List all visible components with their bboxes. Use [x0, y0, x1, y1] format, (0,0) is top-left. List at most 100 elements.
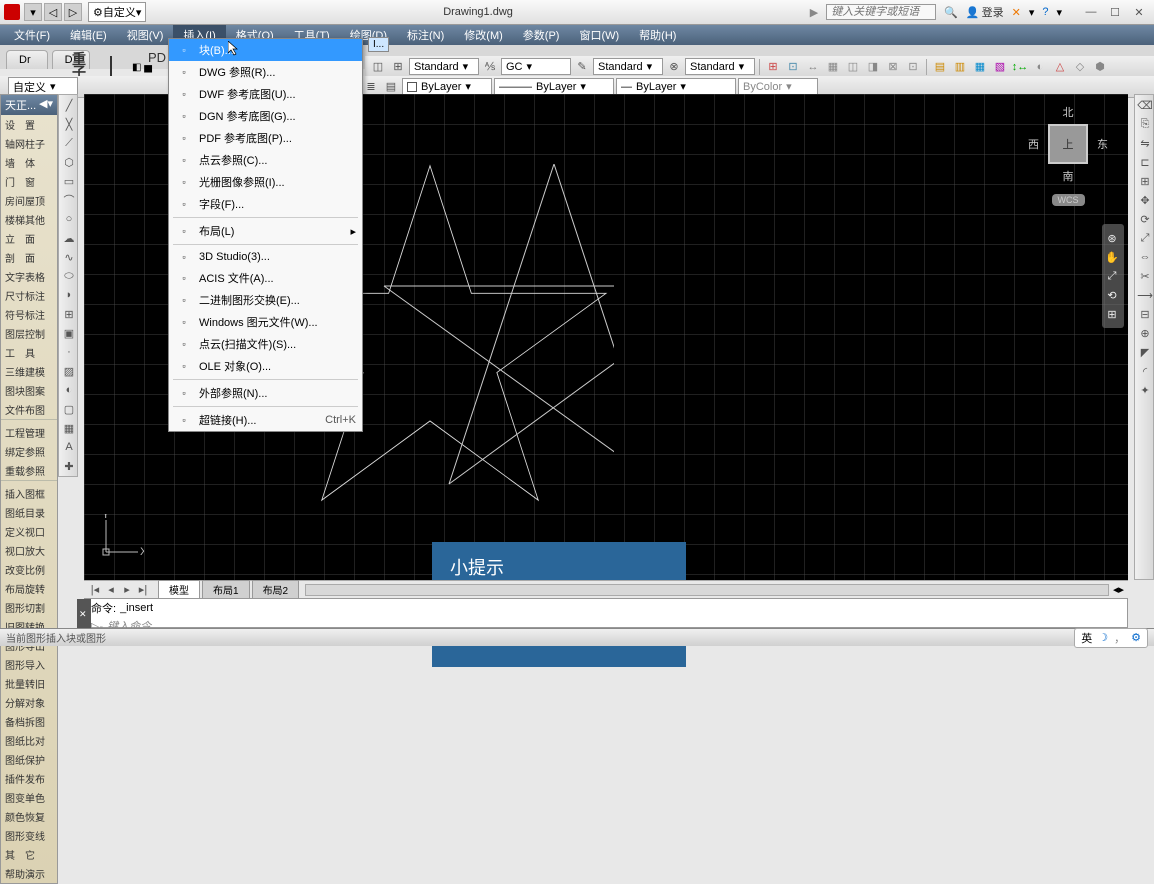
region-button[interactable]: ▢: [60, 400, 78, 418]
menu-item[interactable]: ▫3D Studio(3)...: [169, 247, 362, 267]
zoom-extents-button[interactable]: ⤢: [1103, 267, 1121, 285]
panel-item[interactable]: 其 它: [1, 845, 57, 864]
horizontal-scroll[interactable]: [305, 584, 1109, 596]
panel-item[interactable]: 插入图框: [1, 484, 57, 503]
close-cmdline-button[interactable]: ✕: [77, 599, 91, 629]
snap-icon[interactable]: ▦: [971, 58, 989, 76]
chamfer-button[interactable]: ◤: [1136, 343, 1154, 361]
snap-icon[interactable]: ↕↔: [1011, 58, 1029, 76]
mirror-button[interactable]: ⇋: [1136, 134, 1154, 152]
rotate-button[interactable]: ⟳: [1136, 210, 1154, 228]
gradient-button[interactable]: ◐: [60, 381, 78, 399]
trim-button[interactable]: ✂: [1136, 267, 1154, 285]
line-tool-button[interactable]: ╱: [60, 96, 78, 114]
text-button[interactable]: A: [60, 438, 78, 456]
viewcube-top-face[interactable]: 上: [1048, 124, 1088, 164]
panel-item[interactable]: 图形导入: [1, 655, 57, 674]
panel-item[interactable]: 分解对象: [1, 693, 57, 712]
menu-item[interactable]: 窗口(W): [569, 25, 629, 45]
pan-button[interactable]: ✋: [1103, 248, 1121, 266]
panel-item[interactable]: 批量转旧: [1, 674, 57, 693]
layout-tab[interactable]: 布局2: [252, 580, 300, 599]
menu-item[interactable]: 文件(F): [4, 25, 60, 45]
panel-item[interactable]: 图形切割: [1, 598, 57, 617]
panel-item[interactable]: 房间屋顶: [1, 191, 57, 210]
back-button[interactable]: ◁: [44, 3, 62, 21]
scale-button[interactable]: ⤢: [1136, 229, 1154, 247]
arc-button[interactable]: ⌒: [60, 191, 78, 209]
menu-item[interactable]: ▫DWG 参照(R)...: [169, 61, 362, 83]
menu-item[interactable]: ▫PDF 参考底图(P)...: [169, 127, 362, 149]
panel-item[interactable]: 立 面: [1, 229, 57, 248]
moon-icon[interactable]: ☽: [1098, 631, 1108, 644]
explode-button[interactable]: ✦: [1136, 381, 1154, 399]
ellipse-button[interactable]: ⬭: [60, 267, 78, 285]
prev-tab-button[interactable]: ◂: [104, 583, 118, 596]
menu-item[interactable]: ▫DGN 参考底图(G)...: [169, 105, 362, 127]
panel-item[interactable]: 图层控制: [1, 324, 57, 343]
snap-icon[interactable]: △: [1051, 58, 1069, 76]
snap-icon[interactable]: ▦: [824, 58, 842, 76]
help-search-input[interactable]: [826, 4, 936, 20]
tool-button[interactable]: ◫: [369, 58, 387, 76]
style4-dropdown[interactable]: Standard▾: [685, 58, 755, 75]
view-cube[interactable]: 北 西 上 东 南 WCS: [1028, 104, 1108, 206]
dimstyle-dropdown[interactable]: GC▾: [501, 58, 571, 75]
gear-icon[interactable]: ⚙: [1131, 631, 1141, 644]
tool-button[interactable]: ▤: [382, 78, 400, 96]
break-button[interactable]: ⊟: [1136, 305, 1154, 323]
linetype-dropdown[interactable]: ——— ByLayer▾: [494, 78, 614, 95]
login-button[interactable]: 👤 登录: [966, 4, 1004, 20]
snap-icon[interactable]: ▥: [951, 58, 969, 76]
stretch-button[interactable]: ⇔: [1136, 248, 1154, 266]
panel-item[interactable]: 颜色恢复: [1, 807, 57, 826]
panel-item[interactable]: 视口放大: [1, 541, 57, 560]
viewcube-south[interactable]: 南: [1028, 168, 1108, 184]
search-icon[interactable]: 🔍: [944, 6, 958, 19]
style3-dropdown[interactable]: Standard▾: [593, 58, 663, 75]
panel-item[interactable]: 符号标注: [1, 305, 57, 324]
join-button[interactable]: ⊕: [1136, 324, 1154, 342]
viewcube-north[interactable]: 北: [1028, 104, 1108, 120]
forward-button[interactable]: ▷: [64, 3, 82, 21]
panel-item[interactable]: 图纸目录: [1, 503, 57, 522]
panel-item[interactable]: 改变比例: [1, 560, 57, 579]
circle-button[interactable]: ○: [60, 210, 78, 228]
close-button[interactable]: ✕: [1128, 3, 1150, 21]
panel-item[interactable]: 布局旋转: [1, 579, 57, 598]
panel-item[interactable]: 图形变线: [1, 826, 57, 845]
panel-item[interactable]: 插件发布: [1, 769, 57, 788]
snap-icon[interactable]: ◨: [864, 58, 882, 76]
undo-dropdown-button[interactable]: ▾: [24, 3, 42, 21]
model-tab[interactable]: 模型: [158, 580, 200, 599]
panel-item[interactable]: 帮助演示: [1, 864, 57, 883]
steering-wheel-button[interactable]: ⊛: [1103, 229, 1121, 247]
textstyle-dropdown[interactable]: Standard▾: [409, 58, 479, 75]
menu-item[interactable]: 修改(M): [454, 25, 513, 45]
wcs-badge[interactable]: WCS: [1052, 194, 1085, 206]
panel-item[interactable]: 文件布图: [1, 400, 57, 419]
revcloud-button[interactable]: ☁: [60, 229, 78, 247]
comma-icon[interactable]: ，: [1114, 630, 1125, 646]
scroll-right-button[interactable]: ▸: [1118, 583, 1124, 596]
snap-icon[interactable]: ⊡: [784, 58, 802, 76]
collapse-icon[interactable]: ◀▾: [39, 97, 53, 113]
snap-icon[interactable]: ⊠: [884, 58, 902, 76]
snap-icon[interactable]: ◫: [844, 58, 862, 76]
menu-item[interactable]: ▫点云参照(C)...: [169, 149, 362, 171]
construction-line-button[interactable]: ╳: [60, 115, 78, 133]
copy-button[interactable]: ⎘: [1136, 115, 1154, 133]
panel-item[interactable]: 图块图案: [1, 381, 57, 400]
panel-item[interactable]: 图变单色: [1, 788, 57, 807]
snap-icon[interactable]: ⊡: [904, 58, 922, 76]
erase-button[interactable]: ⌫: [1136, 96, 1154, 114]
panel-item[interactable]: 工 具: [1, 343, 57, 362]
menu-item[interactable]: ▫DWF 参考底图(U)...: [169, 83, 362, 105]
panel-item[interactable]: 门 窗: [1, 172, 57, 191]
plotstyle-dropdown[interactable]: ByColor▾: [738, 78, 818, 95]
workspace-dropdown[interactable]: ⚙ 自定义 ▾: [88, 2, 146, 22]
panel-item[interactable]: 剖 面: [1, 248, 57, 267]
panel-item[interactable]: 三维建模: [1, 362, 57, 381]
menu-item[interactable]: 视图(V): [117, 25, 174, 45]
menu-item[interactable]: 帮助(H): [629, 25, 686, 45]
